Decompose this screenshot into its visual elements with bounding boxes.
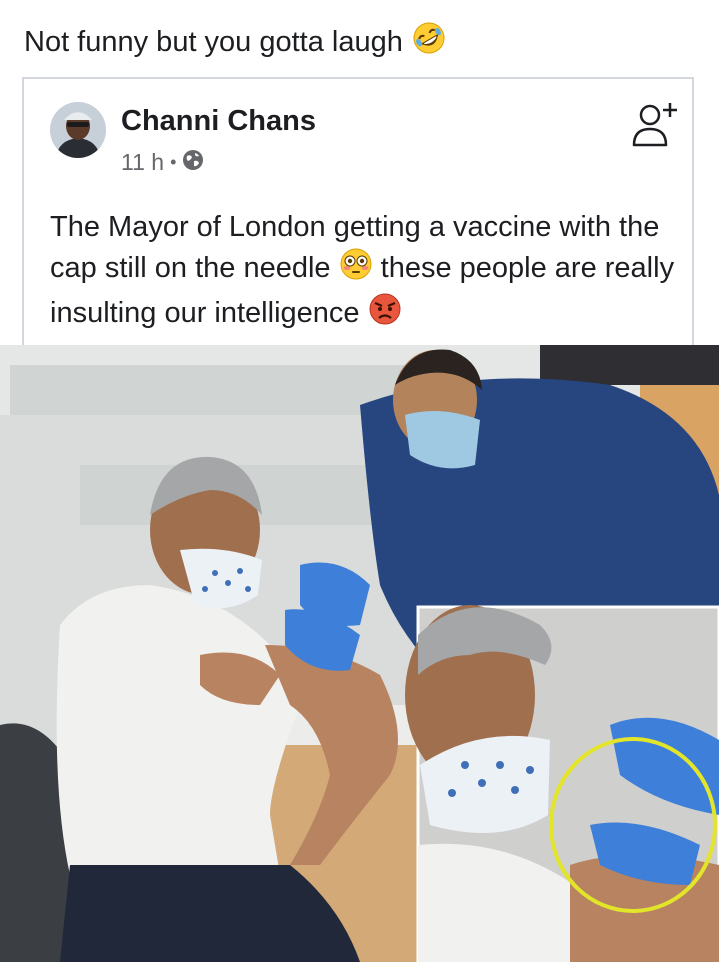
add-friend-icon [632,103,677,147]
rolling-on-floor-laughing-emoji [411,20,447,67]
post-meta: 11 h • [121,149,204,175]
author-name[interactable]: Channi Chans [121,104,316,138]
post-text: The Mayor of London getting a vaccine wi… [50,207,690,337]
caption: Not funny but you gotta laugh [24,20,447,67]
globe-icon [182,149,204,176]
meta-separator: • [170,152,177,172]
angry-face-emoji [368,292,402,337]
avatar[interactable] [50,102,106,158]
caption-text: Not funny but you gotta laugh [24,26,403,59]
flushed-face-emoji [339,247,373,292]
shared-post-card[interactable]: Channi Chans 11 h • The Mayor of London … [22,77,694,345]
vaccination-photo[interactable] [0,345,719,962]
add-friend-button[interactable] [628,99,680,151]
post-time[interactable]: 11 h [121,149,164,175]
